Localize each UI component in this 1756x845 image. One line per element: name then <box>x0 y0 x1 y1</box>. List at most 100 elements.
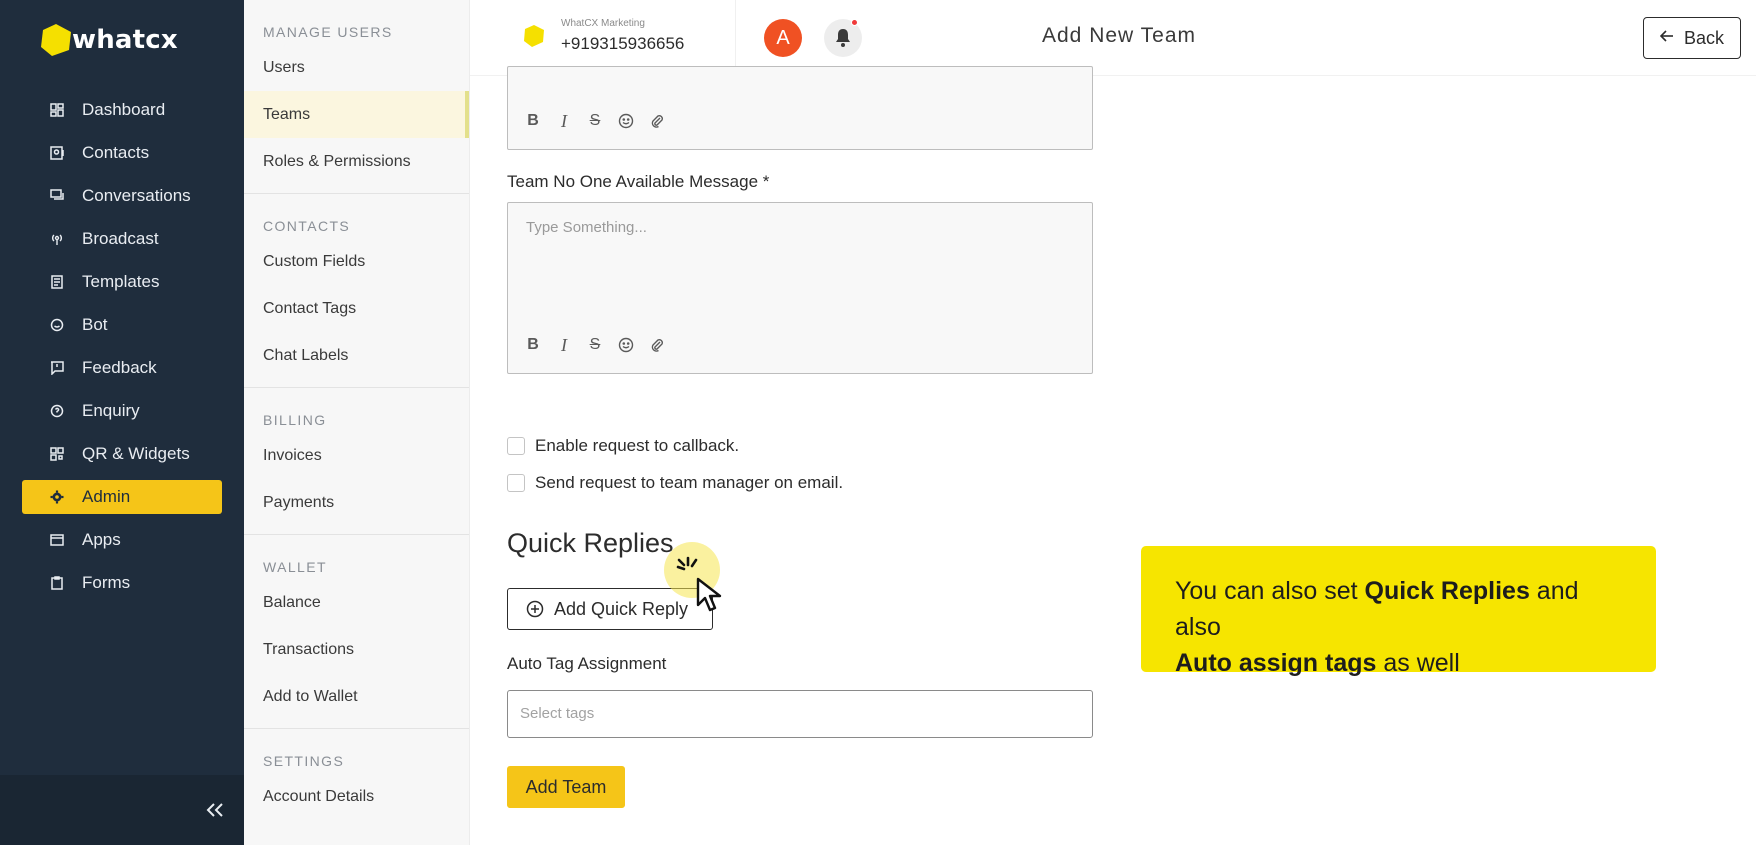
account-name: WhatCX Marketing <box>561 18 645 29</box>
sidebar-item-templates[interactable]: Templates <box>22 265 222 299</box>
strikethrough-button[interactable]: S <box>585 335 605 355</box>
callout-line-1: You can also set Quick Replies and also <box>1175 577 1579 641</box>
submenu-item-roles-permissions[interactable]: Roles & Permissions <box>244 138 469 185</box>
submenu-heading: WALLET <box>263 559 327 575</box>
submenu-section-contacts: CONTACTS Custom Fields Contact Tags Chat… <box>244 194 469 388</box>
editor-placeholder: Type Something... <box>526 219 647 236</box>
account-switcher[interactable]: WhatCX Marketing +919315936656 <box>470 0 736 76</box>
sidebar-item-label: QR & Widgets <box>82 444 190 463</box>
auto-tag-assignment-label: Auto Tag Assignment <box>507 654 667 673</box>
add-team-button[interactable]: Add Team <box>507 766 625 808</box>
sidebar-item-enquiry[interactable]: Enquiry <box>22 394 222 428</box>
submenu-item-payments[interactable]: Payments <box>244 479 469 526</box>
editor-toolbar: B I S <box>523 111 678 131</box>
back-button-label: Back <box>1683 27 1725 48</box>
sidebar-item-apps[interactable]: Apps <box>22 523 222 557</box>
sidebar-item-label: Dashboard <box>82 100 166 119</box>
submenu-item-users[interactable]: Users <box>244 44 469 91</box>
submenu-item-invoices[interactable]: Invoices <box>244 432 469 479</box>
submenu-item-add-to-wallet[interactable]: Add to Wallet <box>244 673 469 720</box>
sidebar-item-label: Admin <box>82 487 131 506</box>
enquiry-icon <box>50 404 64 418</box>
logo-hexagon-icon <box>38 22 74 58</box>
emoji-icon[interactable] <box>616 335 636 355</box>
submenu-item-contact-tags[interactable]: Contact Tags <box>244 285 469 332</box>
strikethrough-button[interactable]: S <box>585 111 605 131</box>
gear-icon <box>50 490 64 504</box>
feedback-icon <box>50 361 64 375</box>
sidebar-item-forms[interactable]: Forms <box>22 566 222 600</box>
sidebar-item-label: Conversations <box>82 186 191 205</box>
notification-bell-icon[interactable] <box>824 19 862 57</box>
sidebar-item-feedback[interactable]: Feedback <box>22 351 222 385</box>
sidebar-item-conversations[interactable]: Conversations <box>22 179 222 213</box>
submenu-heading: SETTINGS <box>263 753 345 769</box>
submenu-item-transactions[interactable]: Transactions <box>244 626 469 673</box>
emoji-icon[interactable] <box>616 111 636 131</box>
submenu-item-teams[interactable]: Teams <box>244 91 469 138</box>
attachment-icon[interactable] <box>647 111 667 131</box>
plus-circle-icon <box>526 600 544 618</box>
apps-icon <box>50 533 64 547</box>
sidebar-item-qr-widgets[interactable]: QR & Widgets <box>22 437 222 471</box>
page-title: Add New Team <box>1042 24 1197 47</box>
italic-button[interactable]: I <box>554 111 574 131</box>
attachment-icon[interactable] <box>647 335 667 355</box>
sidebar-nav: Dashboard Contacts Conversations Broadca… <box>22 93 222 609</box>
app-root: whatcx Dashboard Contacts Conversations … <box>0 0 1756 845</box>
sidebar-item-dashboard[interactable]: Dashboard <box>22 93 222 127</box>
callback-checkbox-row[interactable]: Enable request to callback. <box>507 436 739 456</box>
submenu-heading: BILLING <box>263 412 327 428</box>
callback-checkbox[interactable] <box>507 437 525 455</box>
forms-icon <box>50 576 64 590</box>
no-one-available-label: Team No One Available Message * <box>507 172 770 191</box>
add-team-form: B I S Team No One Available Message * Ty… <box>470 66 1756 845</box>
submenu-section-billing: BILLING Invoices Payments <box>244 388 469 535</box>
contacts-icon <box>50 146 64 160</box>
main-sidebar: whatcx Dashboard Contacts Conversations … <box>0 0 244 845</box>
email-manager-checkbox[interactable] <box>507 474 525 492</box>
submenu-item-account-details[interactable]: Account Details <box>244 773 469 820</box>
bold-button[interactable]: B <box>523 111 543 131</box>
sidebar-item-label: Enquiry <box>82 401 140 420</box>
submenu-item-balance[interactable]: Balance <box>244 579 469 626</box>
qr-icon <box>50 447 64 461</box>
sidebar-item-label: Feedback <box>82 358 157 377</box>
arrow-left-icon <box>1659 29 1674 47</box>
team-message-editor[interactable]: B I S <box>507 66 1093 150</box>
account-phone: +919315936656 <box>561 34 685 53</box>
back-button[interactable]: Back <box>1643 17 1741 59</box>
sidebar-item-bot[interactable]: Bot <box>22 308 222 342</box>
sidebar-item-contacts[interactable]: Contacts <box>22 136 222 170</box>
email-manager-checkbox-label: Send request to team manager on email. <box>535 473 844 492</box>
sidebar-item-label: Broadcast <box>82 229 159 248</box>
sidebar-item-label: Apps <box>82 530 121 549</box>
mouse-pointer-icon <box>695 577 725 618</box>
avatar[interactable]: A <box>764 19 802 57</box>
double-chevron-left-icon[interactable] <box>202 797 228 823</box>
sidebar-footer <box>0 775 244 845</box>
sidebar-item-broadcast[interactable]: Broadcast <box>22 222 222 256</box>
quick-replies-heading: Quick Replies <box>507 528 674 558</box>
italic-button[interactable]: I <box>554 335 574 355</box>
sidebar-item-label: Templates <box>82 272 160 291</box>
submenu-item-chat-labels[interactable]: Chat Labels <box>244 332 469 379</box>
no-one-available-editor[interactable]: Type Something... B I S <box>507 202 1093 374</box>
admin-submenu: MANAGE USERS Users Teams Roles & Permiss… <box>244 0 470 845</box>
bot-icon <box>50 318 64 332</box>
sidebar-item-label: Contacts <box>82 143 150 162</box>
select-tags-input[interactable]: Select tags <box>507 690 1093 738</box>
email-manager-checkbox-row[interactable]: Send request to team manager on email. <box>507 473 843 493</box>
bold-button[interactable]: B <box>523 335 543 355</box>
logo[interactable]: whatcx <box>38 18 178 62</box>
templates-icon <box>50 275 64 289</box>
submenu-section-wallet: WALLET Balance Transactions Add to Walle… <box>244 535 469 729</box>
conversations-icon <box>50 189 64 203</box>
submenu-item-custom-fields[interactable]: Custom Fields <box>244 238 469 285</box>
add-quick-reply-label: Add Quick Reply <box>554 598 689 619</box>
callout-line-2: Auto assign tags as well <box>1175 649 1460 677</box>
sidebar-item-label: Forms <box>82 573 131 592</box>
sidebar-item-admin[interactable]: Admin <box>22 480 222 514</box>
editor-toolbar: B I S <box>523 335 678 355</box>
submenu-section-manage-users: MANAGE USERS Users Teams Roles & Permiss… <box>244 0 469 194</box>
